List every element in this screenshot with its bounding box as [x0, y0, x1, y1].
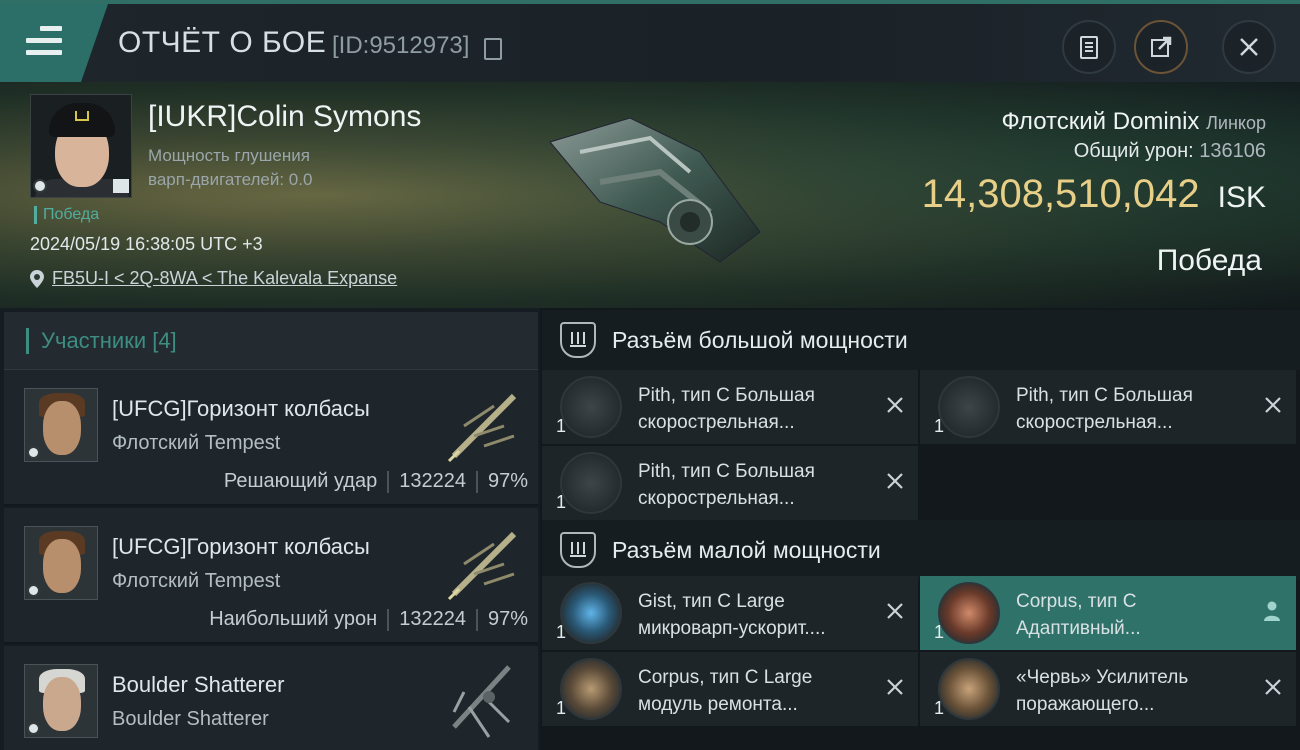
module-name: Pith, тип C Большая скорострельная...	[638, 461, 815, 509]
kill-summary: [IUKR]Colin Symons Мощность глушения вар…	[0, 82, 1300, 308]
armor-repairer-icon	[560, 658, 622, 720]
participant-stats: Наибольший урон 132224 97%	[209, 608, 528, 631]
person-icon[interactable]	[1262, 600, 1282, 622]
module-slot[interactable]: 1 Corpus, тип C Large модуль ремонта...	[542, 652, 918, 726]
ship-thumbnail	[447, 531, 517, 601]
clipboard-button[interactable]	[1062, 20, 1116, 74]
ship-thumbnail	[452, 665, 511, 738]
top-bar: ОТЧЁТ О БОЕ [ID:9512973]	[0, 0, 1300, 82]
kill-datetime: 2024/05/19 16:38:05 UTC +3	[30, 234, 263, 254]
participant-row[interactable]: [UFCG]Горизонт колбасы Флотский Tempest …	[4, 508, 538, 644]
fitting-panel: Разъём большой мощности 1 Pith, тип C Бо…	[542, 308, 1300, 750]
corp-badge-icon	[33, 179, 47, 193]
participant-row[interactable]: Boulder Shatterer Boulder Shatterer	[4, 646, 538, 750]
victim-avatar[interactable]	[30, 94, 132, 198]
low-slot-icon	[560, 532, 596, 568]
remove-icon[interactable]	[884, 470, 906, 492]
low-slot-header: Разъём малой мощности	[542, 520, 1300, 580]
menu-icon	[26, 26, 62, 56]
victim-ship-image	[549, 117, 761, 263]
participants-header[interactable]: Участники [4]	[4, 312, 538, 370]
ship-thumbnail	[447, 393, 517, 463]
location-pin-icon	[30, 269, 44, 288]
report-id: [ID:9512973]	[332, 32, 470, 59]
page-title: ОТЧЁТ О БОЕ	[118, 26, 327, 59]
module-slot[interactable]: 1 Gist, тип C Large микроварп-ускорит....	[542, 576, 918, 650]
total-damage: Общий урон: 136106	[1073, 140, 1266, 162]
copy-icon[interactable]	[484, 38, 502, 60]
participant-name: Boulder Shatterer	[112, 672, 285, 697]
share-button[interactable]	[1134, 20, 1188, 74]
module-slot-selected[interactable]: 1 Corpus, тип C Адаптивный...	[920, 576, 1296, 650]
participant-stats: Решающий удар 132224 97%	[223, 470, 528, 493]
damage-amplifier-icon	[938, 658, 1000, 720]
result-tag: Победа	[34, 206, 99, 224]
module-slot[interactable]: 1 Pith, тип C Большая скорострельная...	[920, 370, 1296, 444]
module-name: Pith, тип C Большая скорострельная...	[1016, 385, 1193, 433]
participant-ship: Флотский Tempest	[112, 432, 281, 454]
remove-icon[interactable]	[884, 394, 906, 416]
remove-icon[interactable]	[884, 600, 906, 622]
module-slot[interactable]: 1 Pith, тип C Большая скорострельная...	[542, 446, 918, 520]
module-name: Corpus, тип C Large модуль ремонта...	[638, 667, 813, 715]
kill-location[interactable]: FB5U-I < 2Q-8WA < The Kalevala Expanse	[30, 268, 397, 289]
warp-scramble-stat: Мощность глушения варп-двигателей: 0.0	[148, 146, 313, 189]
isk-value: 14,308,510,042 ISK	[921, 172, 1266, 216]
participant-row[interactable]: [UFCG]Горизонт колбасы Флотский Tempest …	[4, 370, 538, 506]
module-slot[interactable]: 1 Pith, тип C Большая скорострельная...	[542, 370, 918, 444]
avatar	[24, 664, 98, 738]
alliance-badge-icon	[113, 179, 129, 193]
turret-icon	[938, 376, 1000, 438]
victim-name[interactable]: [IUKR]Colin Symons	[148, 100, 421, 134]
turret-icon	[560, 452, 622, 514]
high-slot-icon	[560, 322, 596, 358]
participant-ship: Boulder Shatterer	[112, 708, 269, 730]
participant-name: [UFCG]Горизонт колбасы	[112, 396, 370, 421]
module-slot[interactable]: 1 «Червь» Усилитель поражающего...	[920, 652, 1296, 726]
close-icon	[1240, 38, 1258, 56]
participants-panel: Участники [4] [UFCG]Горизонт колбасы Фло…	[0, 308, 540, 750]
share-icon	[1151, 36, 1172, 57]
avatar	[24, 526, 98, 600]
module-name: Corpus, тип C Адаптивный...	[1016, 591, 1141, 639]
outcome-label: Победа	[1156, 244, 1262, 277]
close-button[interactable]	[1222, 20, 1276, 74]
clipboard-icon	[1080, 36, 1098, 59]
high-slot-header: Разъём большой мощности	[542, 310, 1300, 370]
participant-ship: Флотский Tempest	[112, 570, 281, 592]
module-name: «Червь» Усилитель поражающего...	[1016, 667, 1189, 715]
remove-icon[interactable]	[1262, 676, 1284, 698]
module-name: Pith, тип C Большая скорострельная...	[638, 385, 815, 433]
remove-icon[interactable]	[1262, 394, 1284, 416]
victim-ship-name[interactable]: Флотский Dominix Линкор	[1001, 108, 1266, 136]
turret-icon	[560, 376, 622, 438]
microwarpdrive-icon	[560, 582, 622, 644]
hardener-icon	[938, 582, 1000, 644]
participant-name: [UFCG]Горизонт колбасы	[112, 534, 370, 559]
avatar	[24, 388, 98, 462]
remove-icon[interactable]	[884, 676, 906, 698]
module-name: Gist, тип C Large микроварп-ускорит....	[638, 591, 826, 639]
menu-button[interactable]	[0, 4, 108, 82]
